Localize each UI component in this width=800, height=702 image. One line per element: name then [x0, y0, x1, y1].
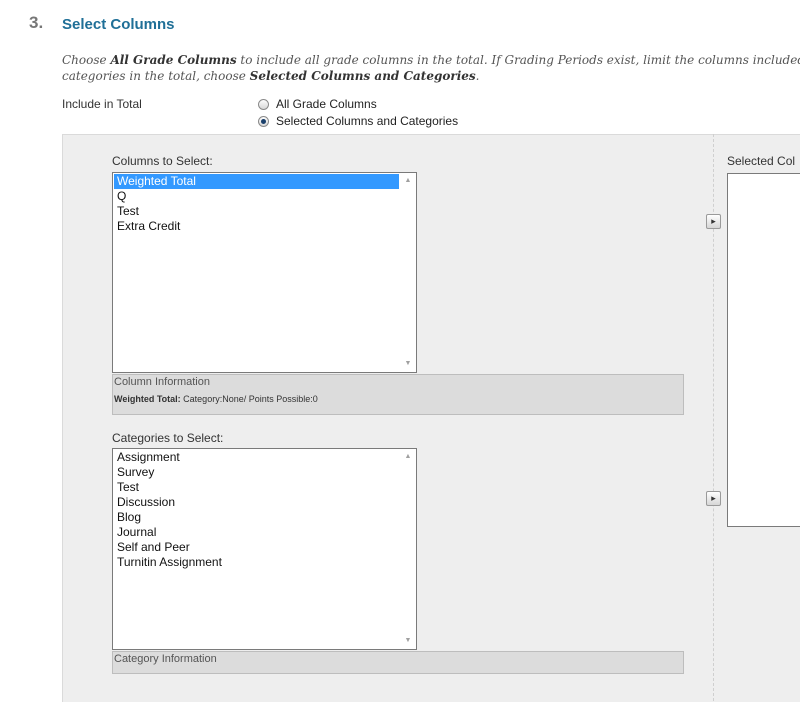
list-item[interactable]: Extra Credit	[114, 219, 399, 234]
list-item[interactable]: Journal	[114, 525, 399, 540]
list-item[interactable]: Blog	[114, 510, 399, 525]
column-information-title: Column Information	[114, 376, 210, 388]
move-categories-right-button[interactable]: ▸	[706, 491, 721, 506]
column-information-detail: Weighted Total: Category:None/ Points Po…	[114, 394, 318, 404]
chevron-right-icon: ▸	[711, 216, 716, 226]
radio-button-unchecked[interactable]	[258, 98, 269, 110]
radio-label: Selected Columns and Categories	[276, 114, 459, 128]
categories-to-select-label: Categories to Select:	[112, 431, 224, 445]
scroll-down-icon[interactable]: ▼	[400, 356, 416, 372]
include-in-total-label: Include in Total	[62, 97, 142, 111]
move-columns-right-button[interactable]: ▸	[706, 214, 721, 229]
chevron-right-icon: ▸	[711, 493, 716, 503]
list-item[interactable]: Assignment	[114, 450, 399, 465]
list-item[interactable]: Test	[114, 204, 399, 219]
category-information-box: Category Information	[112, 651, 684, 674]
selected-columns-label: Selected Col	[727, 154, 796, 168]
columns-to-select-label: Columns to Select:	[112, 154, 213, 168]
radio-selected-columns-and-categories[interactable]: Selected Columns and Categories	[258, 114, 458, 128]
step-title: Select Columns	[62, 16, 175, 33]
categories-to-select-listbox[interactable]: Assignment Survey Test Discussion Blog J…	[112, 448, 417, 650]
scrollbar[interactable]: ▲ ▼	[400, 449, 416, 649]
radio-all-grade-columns[interactable]: All Grade Columns	[258, 97, 377, 111]
list-item[interactable]: Weighted Total	[114, 174, 399, 189]
scroll-down-icon[interactable]: ▼	[400, 633, 416, 649]
radio-button-checked[interactable]	[258, 115, 269, 127]
instructions-text: Choose All Grade Columns to include all …	[62, 53, 800, 83]
scroll-up-icon[interactable]: ▲	[400, 173, 416, 189]
list-item[interactable]: Test	[114, 480, 399, 495]
radio-label: All Grade Columns	[276, 97, 377, 111]
list-item[interactable]: Turnitin Assignment	[114, 555, 399, 570]
scrollbar[interactable]: ▲ ▼	[400, 173, 416, 372]
category-information-title: Category Information	[114, 653, 217, 665]
list-item[interactable]: Q	[114, 189, 399, 204]
scroll-up-icon[interactable]: ▲	[400, 449, 416, 465]
step-number: 3.	[29, 13, 44, 32]
list-item[interactable]: Discussion	[114, 495, 399, 510]
list-item[interactable]: Self and Peer	[114, 540, 399, 555]
list-item[interactable]: Survey	[114, 465, 399, 480]
columns-to-select-listbox[interactable]: Weighted Total Q Test Extra Credit ▲ ▼	[112, 172, 417, 373]
selected-columns-listbox[interactable]	[727, 173, 800, 527]
column-information-box: Column Information Weighted Total: Categ…	[112, 374, 684, 415]
